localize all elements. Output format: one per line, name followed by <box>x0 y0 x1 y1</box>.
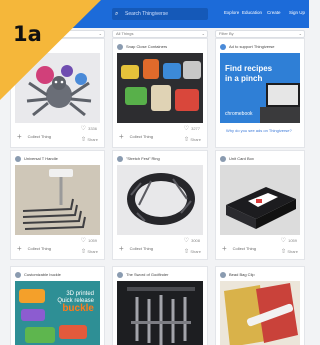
card-footer: + Collect Thing ♡ 3008 ⇧ Share <box>117 237 203 259</box>
thing-title: The Sword of Godfinder <box>126 272 169 277</box>
thing-title: Snap Close Containers <box>126 44 168 49</box>
thing-title: "Stretch Fest" Ring <box>126 156 160 161</box>
buckle-caption: 3D printed Quick release buckle <box>57 291 94 314</box>
t-handle-model-image <box>15 165 100 235</box>
share-label[interactable]: Share <box>190 137 201 142</box>
avatar[interactable] <box>117 271 123 278</box>
nav-explore[interactable]: Explore <box>224 10 239 15</box>
avatar <box>220 43 226 50</box>
thing-thumbnail[interactable] <box>117 165 203 235</box>
collect-thing-button[interactable]: + Collect Thing <box>222 244 256 253</box>
thing-card[interactable]: Universal T Handle + Collect Thing ♡ 1059… <box>10 150 105 260</box>
laptop-image <box>260 83 300 123</box>
nav-create[interactable]: Create <box>267 10 281 15</box>
thing-title: Unit Card Box <box>229 156 254 161</box>
plus-icon: + <box>119 244 124 253</box>
nav-education[interactable]: Education <box>242 10 262 15</box>
plus-icon: + <box>119 132 124 141</box>
thing-card[interactable]: Unit Card Box + Collect Thing ♡ 1059 ⇧ Sh… <box>215 150 305 260</box>
like-count: 3277 <box>191 126 200 131</box>
search-placeholder: Search Thingiverse <box>125 11 168 17</box>
card-header[interactable]: The Sword of Godfinder <box>117 271 203 278</box>
avatar[interactable] <box>15 155 21 162</box>
thing-thumbnail[interactable] <box>15 165 100 235</box>
like-count: 1059 <box>288 238 297 243</box>
sword-model-image <box>117 281 203 345</box>
card-footer: + Collect Thing ♡ 1059 ⇧ Share <box>220 237 300 259</box>
avatar[interactable] <box>117 43 123 50</box>
card-box-model-image <box>220 165 300 235</box>
thing-card[interactable]: "Stretch Fest" Ring + Collect Thing ♡ 300… <box>112 150 208 260</box>
share-label[interactable]: Share <box>87 249 98 254</box>
share-icon[interactable]: ⇧ <box>81 136 86 143</box>
thing-card[interactable]: Snap Close Containers + Collect Thing ♡ 3… <box>112 38 208 148</box>
plus-icon: + <box>17 244 22 253</box>
card-footer: + Collect Thing ♡ 3277 ⇧ Share <box>117 125 203 147</box>
thing-thumbnail[interactable] <box>220 165 300 235</box>
search-input[interactable]: ⌕ Search Thingiverse <box>112 8 208 20</box>
category-select[interactable]: All Things ⌄ <box>112 30 208 38</box>
heart-icon[interactable]: ♡ <box>281 237 286 244</box>
thing-title: Bead Bag Clip <box>229 272 255 277</box>
chevron-down-icon: ⌄ <box>298 31 302 36</box>
collect-thing-button[interactable]: + Collect Thing <box>17 132 51 141</box>
heart-icon[interactable]: ♡ <box>184 237 189 244</box>
thing-card[interactable]: The Sword of Godfinder <box>112 266 208 345</box>
thing-title: Universal T Handle <box>24 156 58 161</box>
ad-brand: chromebook <box>225 111 253 117</box>
plus-icon: + <box>17 132 22 141</box>
card-header[interactable]: Bead Bag Clip <box>220 271 300 278</box>
share-label[interactable]: Share <box>190 249 201 254</box>
ring-model-image <box>117 165 203 235</box>
collect-thing-button[interactable]: + Collect Thing <box>119 132 153 141</box>
banner-shape <box>0 0 101 100</box>
like-count: 3336 <box>88 126 97 131</box>
bag-clip-model-image <box>220 281 300 345</box>
avatar[interactable] <box>117 155 123 162</box>
card-header[interactable]: Snap Close Containers <box>117 43 203 50</box>
section-label: 1a <box>13 22 42 46</box>
thing-thumbnail[interactable] <box>117 53 203 123</box>
share-icon[interactable]: ⇧ <box>184 136 189 143</box>
avatar[interactable] <box>220 155 226 162</box>
heart-icon[interactable]: ♡ <box>81 237 86 244</box>
avatar[interactable] <box>15 271 21 278</box>
share-icon[interactable]: ⇧ <box>81 248 86 255</box>
share-icon[interactable]: ⇧ <box>281 248 286 255</box>
thing-thumbnail[interactable]: 3D printed Quick release buckle <box>15 281 100 345</box>
containers-model-image <box>117 53 203 123</box>
card-header[interactable]: "Stretch Fest" Ring <box>117 155 203 162</box>
collect-thing-button[interactable]: + Collect Thing <box>119 244 153 253</box>
thing-thumbnail[interactable] <box>117 281 203 345</box>
card-footer: + Collect Thing ♡ 3336 ⇧ Share <box>15 125 100 147</box>
ad-image[interactable]: Find recipes in a pinch chromebook <box>220 53 300 123</box>
like-count: 1059 <box>88 238 97 243</box>
heart-icon[interactable]: ♡ <box>81 125 86 132</box>
card-footer: + Collect Thing ♡ 1059 ⇧ Share <box>15 237 100 259</box>
heart-icon[interactable]: ♡ <box>184 125 189 132</box>
thing-thumbnail[interactable] <box>220 281 300 345</box>
thing-card[interactable]: Customizable buckle 3D printed Quick rel… <box>10 266 105 345</box>
ad-header: Ad to support Thingiverse <box>220 43 300 50</box>
card-header[interactable]: Customizable buckle <box>15 271 100 278</box>
chevron-down-icon: ⌄ <box>201 31 205 36</box>
nav-sign-up[interactable]: Sign Up <box>289 10 305 15</box>
card-header[interactable]: Unit Card Box <box>220 155 300 162</box>
ad-info-link[interactable]: Why do you see ads on Thingiverse? <box>226 128 292 133</box>
card-header[interactable]: Universal T Handle <box>15 155 100 162</box>
share-label[interactable]: Share <box>287 249 298 254</box>
share-icon[interactable]: ⇧ <box>184 248 189 255</box>
collect-thing-button[interactable]: + Collect Thing <box>17 244 51 253</box>
thing-card[interactable]: Bead Bag Clip <box>215 266 305 345</box>
search-icon: ⌕ <box>115 11 119 17</box>
section-label-banner: 1a <box>0 0 101 100</box>
ad-card[interactable]: Ad to support Thingiverse Find recipes in… <box>215 38 305 148</box>
plus-icon: + <box>222 244 227 253</box>
like-count: 3008 <box>191 238 200 243</box>
avatar[interactable] <box>220 271 226 278</box>
thing-title: Customizable buckle <box>24 272 61 277</box>
share-label[interactable]: Share <box>87 137 98 142</box>
filter-by-select[interactable]: Filter By ⌄ <box>215 30 305 38</box>
